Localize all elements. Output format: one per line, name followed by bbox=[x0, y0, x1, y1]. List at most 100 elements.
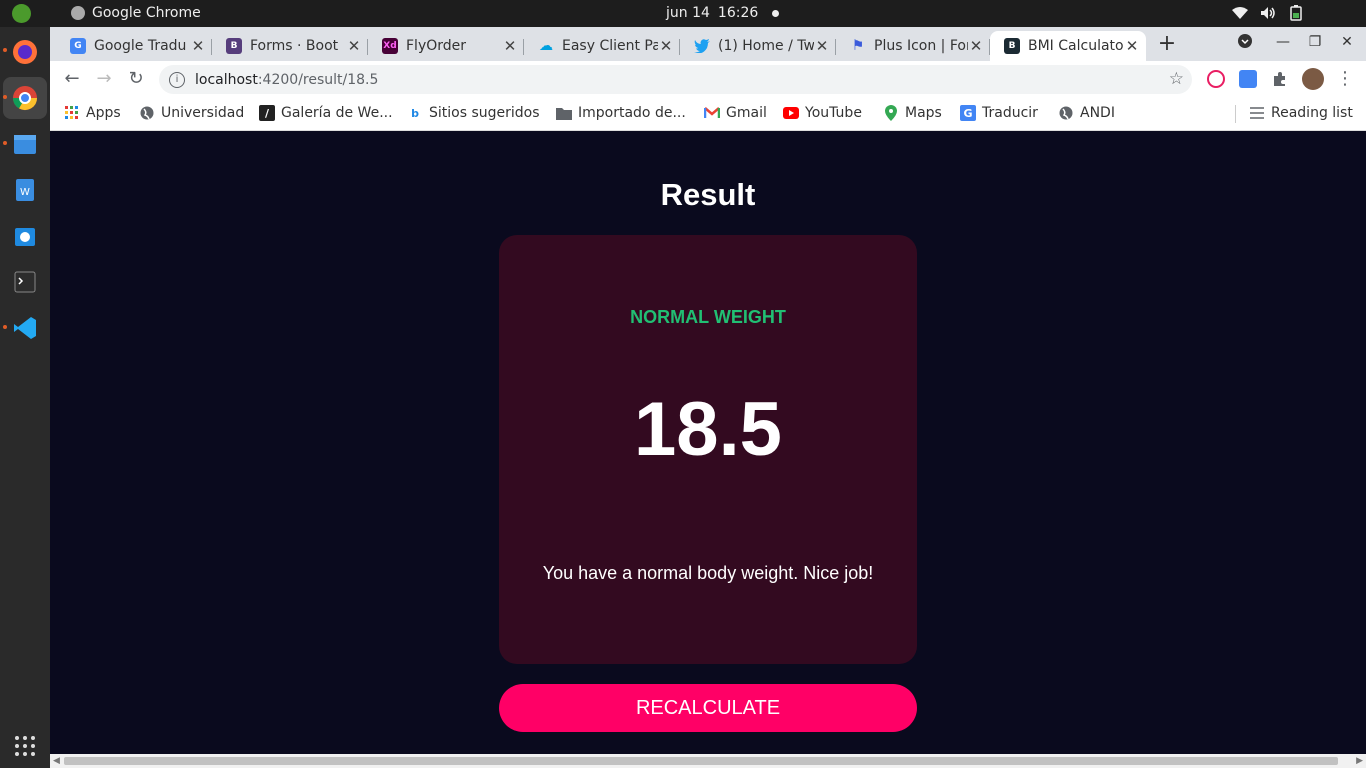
browser-toolbar: ← → ↻ i localhost :4200/result/18.5 ☆ ⋮ bbox=[50, 61, 1366, 97]
bmi-value: 18.5 bbox=[634, 387, 782, 472]
result-card: NORMAL WEIGHT 18.5 You have a normal bod… bbox=[499, 235, 917, 664]
scroll-right-arrow-icon[interactable]: ▶ bbox=[1356, 756, 1363, 766]
result-message: You have a normal body weight. Nice job! bbox=[542, 563, 874, 583]
translate-icon: G bbox=[960, 105, 976, 121]
bookmark-sitios-sugeridos[interactable]: b Sitios sugeridos bbox=[407, 105, 540, 121]
chrome-menu-icon[interactable]: ⋮ bbox=[1335, 69, 1355, 89]
folder-icon bbox=[556, 105, 572, 121]
firefox-icon[interactable] bbox=[3, 35, 41, 67]
tab-google-translate[interactable]: G Google Tradu ✕ bbox=[56, 31, 212, 61]
running-indicator bbox=[3, 48, 7, 52]
tab-bootstrap-forms[interactable]: B Forms · Boot ✕ bbox=[212, 31, 368, 61]
bookmark-label: YouTube bbox=[805, 105, 862, 121]
show-applications-icon[interactable] bbox=[15, 736, 35, 756]
word-processor-icon[interactable]: W bbox=[9, 174, 41, 206]
wifi-icon[interactable] bbox=[1232, 5, 1248, 21]
chrome-icon[interactable] bbox=[3, 82, 41, 114]
running-indicator bbox=[3, 141, 7, 145]
gmail-icon bbox=[704, 105, 720, 121]
bookmark-label: Apps bbox=[86, 105, 121, 121]
reload-icon[interactable]: ↻ bbox=[126, 69, 146, 89]
maps-pin-icon bbox=[883, 105, 899, 121]
bookmark-importado[interactable]: Importado de... bbox=[556, 105, 686, 121]
restore-icon[interactable]: ❐ bbox=[1305, 34, 1325, 50]
volume-icon[interactable] bbox=[1260, 5, 1276, 21]
battery-icon[interactable] bbox=[1288, 5, 1304, 21]
bookmark-label: Gmail bbox=[726, 105, 767, 121]
extension-m-icon[interactable] bbox=[1207, 70, 1225, 88]
bookmark-label: Universidad bbox=[161, 105, 245, 121]
ubuntu-dock: W bbox=[0, 27, 50, 768]
bmi-result-page: Result NORMAL WEIGHT 18.5 You have a nor… bbox=[50, 131, 1366, 754]
close-tab-icon[interactable]: ✕ bbox=[1124, 37, 1140, 55]
bookmark-youtube[interactable]: YouTube bbox=[783, 105, 862, 121]
chrome-small-icon bbox=[71, 6, 85, 20]
terminal-icon[interactable] bbox=[9, 266, 41, 298]
bookmark-galeria[interactable]: / Galería de We... bbox=[259, 105, 393, 121]
adobe-xd-icon: Xd bbox=[382, 38, 398, 54]
bookmark-universidad[interactable]: Universidad bbox=[139, 105, 244, 121]
activities-icon[interactable] bbox=[12, 4, 31, 23]
tab-title: BMI Calculato bbox=[1028, 38, 1124, 54]
close-tab-icon[interactable]: ✕ bbox=[346, 37, 362, 55]
bookmark-star-icon[interactable]: ☆ bbox=[1169, 69, 1184, 89]
software-store-icon[interactable] bbox=[9, 220, 41, 252]
forward-arrow-icon[interactable]: → bbox=[94, 69, 114, 89]
horizontal-scrollbar[interactable]: ◀ ▶ bbox=[50, 754, 1366, 768]
tab-title: Plus Icon | For bbox=[874, 38, 968, 54]
bookmark-gmail[interactable]: Gmail bbox=[704, 105, 767, 121]
bookmark-andi[interactable]: ANDI bbox=[1058, 105, 1115, 121]
scrollbar-thumb[interactable] bbox=[64, 757, 1338, 765]
tab-bmi-calculator[interactable]: B BMI Calculato ✕ bbox=[990, 31, 1146, 61]
close-tab-icon[interactable]: ✕ bbox=[190, 37, 206, 55]
scroll-left-arrow-icon[interactable]: ◀ bbox=[53, 756, 60, 766]
close-tab-icon[interactable]: ✕ bbox=[502, 37, 518, 55]
youtube-icon bbox=[783, 105, 799, 121]
tab-plus-icon[interactable]: ⚑ Plus Icon | For ✕ bbox=[836, 31, 990, 61]
new-tab-plus-icon[interactable]: + bbox=[1157, 33, 1177, 55]
close-tab-icon[interactable]: ✕ bbox=[968, 37, 984, 55]
back-arrow-icon[interactable]: ← bbox=[62, 69, 82, 89]
tab-title: Forms · Boot bbox=[250, 38, 339, 54]
minimize-icon[interactable]: — bbox=[1273, 34, 1293, 50]
svg-text:W: W bbox=[20, 187, 30, 198]
site-info-icon[interactable]: i bbox=[169, 71, 185, 88]
bookmark-label: Importado de... bbox=[578, 105, 686, 121]
bmi-calculator-icon: B bbox=[1004, 38, 1020, 54]
bookmark-label: Traducir bbox=[982, 105, 1038, 121]
close-tab-icon[interactable]: ✕ bbox=[814, 37, 830, 55]
globe-icon bbox=[1058, 105, 1074, 121]
tab-title: FlyOrder bbox=[406, 38, 467, 54]
files-icon[interactable] bbox=[3, 128, 41, 160]
profile-avatar[interactable] bbox=[1302, 68, 1324, 90]
recalculate-button[interactable]: RECALCULATE bbox=[499, 684, 917, 732]
system-tray[interactable] bbox=[1232, 5, 1304, 21]
vscode-icon[interactable] bbox=[3, 312, 41, 344]
tab-easy-client[interactable]: ☁ Easy Client Pa ✕ bbox=[524, 31, 680, 61]
clock-time: 16:26 bbox=[717, 5, 759, 21]
result-category: NORMAL WEIGHT bbox=[630, 307, 786, 327]
browser-window: G Google Tradu ✕ B Forms · Boot ✕ Xd Fly… bbox=[50, 27, 1366, 131]
extensions-puzzle-icon[interactable] bbox=[1271, 70, 1289, 88]
tab-flyorder[interactable]: Xd FlyOrder ✕ bbox=[368, 31, 524, 61]
tab-search-icon[interactable] bbox=[1235, 34, 1255, 52]
close-tab-icon[interactable]: ✕ bbox=[658, 37, 674, 55]
system-top-bar: Google Chrome jun 14 16:26 bbox=[0, 0, 1366, 27]
globe-icon bbox=[139, 105, 155, 121]
bookmark-traducir[interactable]: G Traducir bbox=[960, 105, 1038, 121]
apps-grid-icon bbox=[64, 105, 80, 121]
bookmark-maps[interactable]: Maps bbox=[883, 105, 942, 121]
running-indicator bbox=[3, 325, 7, 329]
close-window-icon[interactable]: ✕ bbox=[1337, 34, 1357, 50]
google-translate-icon: G bbox=[70, 38, 86, 54]
address-bar[interactable]: i localhost :4200/result/18.5 ☆ bbox=[159, 65, 1192, 94]
google-translate-extension-icon[interactable] bbox=[1239, 70, 1257, 88]
flag-icon: ⚑ bbox=[851, 38, 865, 54]
active-app-menu[interactable]: Google Chrome bbox=[71, 5, 201, 21]
bookmark-label: Sitios sugeridos bbox=[429, 105, 540, 121]
clock[interactable]: jun 14 16:26 bbox=[666, 5, 780, 21]
tab-twitter-home[interactable]: (1) Home / Tw ✕ bbox=[680, 31, 836, 61]
reading-list-button[interactable]: Reading list bbox=[1249, 105, 1353, 121]
url-path: :4200/result/18.5 bbox=[257, 71, 379, 88]
bookmark-apps[interactable]: Apps bbox=[64, 105, 121, 121]
